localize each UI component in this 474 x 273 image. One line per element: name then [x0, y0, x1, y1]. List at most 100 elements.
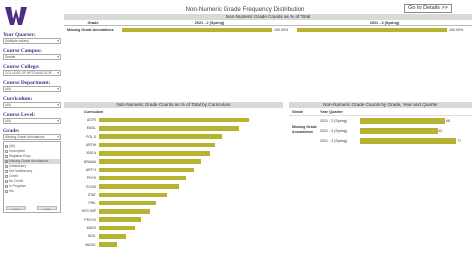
curriculum-label: HSTCMP	[81, 209, 96, 214]
cancel-button[interactable]: Cancel	[6, 206, 26, 211]
curriculum-row: PHIL	[64, 199, 283, 207]
curriculum-row: PHYS	[64, 174, 283, 182]
column-header-quarter: Year Quarter	[320, 110, 343, 114]
row-label: Missing Grade Annotations	[67, 27, 114, 32]
grade-quarter-bar-list: 2021 - 2 (Spring) 68 2021 - 3 (Spring) 62 20…	[289, 116, 472, 146]
grade-quarter-panel: Non-Numeric Grade Counts by Grade, Year …	[289, 102, 472, 162]
grade-quarter-row: 2021 - 2 (Spring) 68	[289, 116, 472, 126]
course-level-select[interactable]: (All) ▾	[3, 118, 61, 124]
curriculum-bar	[99, 134, 222, 139]
count-bar	[360, 118, 445, 124]
campus-select[interactable]: Seattle ▾	[3, 54, 61, 60]
count-bar	[360, 128, 438, 134]
grade-quarter-columns: Grade Year Quarter	[289, 108, 472, 116]
grade-options-list: (All) Incomplete Registrar Drop Missing …	[3, 141, 61, 213]
curriculum-row: ART H	[64, 166, 283, 174]
count-value-label: 62	[438, 129, 443, 133]
curriculum-bar	[99, 234, 126, 239]
curriculum-row: MATH	[64, 224, 283, 232]
column-header-period: 2021 - 2 (Spring)	[194, 21, 225, 25]
curriculum-label: ART H	[85, 167, 96, 172]
curriculum-label: MATH	[86, 226, 96, 230]
curriculum-bar	[99, 200, 156, 206]
checkbox[interactable]	[5, 149, 8, 153]
curriculum-label: ARTHI	[85, 143, 96, 148]
curriculum-row: POL S	[64, 133, 283, 141]
checkbox[interactable]	[5, 184, 8, 188]
curriculum-bar	[99, 225, 135, 231]
curriculum-column-header: Curriculum	[84, 110, 104, 114]
page-title: Non-Numeric Grade Frequency Distribution	[185, 6, 305, 13]
column-header-period: 2021 - 3 (Spring)	[369, 21, 400, 25]
curriculum-bar-list: ASTR ENGL POL S ARTHI JSIS A DRAMA ART H PHYS EC…	[64, 116, 283, 249]
count-value-label: 68	[446, 119, 450, 123]
curriculum-row: ARTHI	[64, 141, 283, 149]
department-select[interactable]: (All) ▾	[3, 86, 61, 92]
curriculum-label: MUSIC	[85, 242, 96, 247]
college-select[interactable]: COLLEGE OF ARTS AND SCIE... ▾	[3, 70, 61, 76]
quarter-label: 2021 - 2 (Spring)	[320, 119, 347, 123]
uw-logo	[5, 7, 27, 25]
apply-button[interactable]: Apply	[37, 206, 57, 211]
curriculum-row: STAT	[64, 191, 283, 199]
curriculum-label: POL S	[86, 134, 96, 139]
filter-sidebar: Year Quarter: (Multiple values) ▾ Course …	[3, 28, 63, 213]
bar-value-label: 100.00%	[449, 27, 464, 32]
chevron-down-icon: ▾	[57, 135, 59, 139]
top-summary-panel: Non-Numeric Grade Counts as % of Total G…	[64, 14, 472, 36]
grade-actions: Cancel Apply	[6, 206, 57, 211]
curriculum-bar	[99, 142, 215, 148]
checkbox[interactable]	[5, 179, 8, 183]
chevron-down-icon: ▾	[57, 55, 59, 59]
checkbox[interactable]	[5, 144, 8, 148]
curriculum-row: JSIS A	[64, 149, 283, 157]
chevron-down-icon: ▾	[57, 39, 59, 43]
chevron-down-icon: ▾	[57, 87, 59, 91]
grade-option[interactable]: Hw	[4, 189, 60, 194]
quarter-label: 2021 - 3 (Spring)	[320, 139, 347, 143]
curriculum-label: ECON	[86, 184, 96, 189]
percent-bar	[122, 27, 272, 32]
curriculum-bar	[99, 167, 194, 173]
checkbox[interactable]	[5, 169, 8, 173]
year-quarter-select[interactable]: (Multiple values) ▾	[3, 38, 61, 44]
go-to-details-button[interactable]: Go to Details >>	[404, 4, 452, 13]
curriculum-bar	[99, 192, 167, 198]
curriculum-label: PSYCH	[84, 217, 96, 222]
checkbox[interactable]	[5, 154, 8, 158]
curriculum-bar	[99, 117, 249, 123]
curriculum-select[interactable]: (All) ▾	[3, 102, 61, 108]
curriculum-row: DRAMA	[64, 157, 283, 165]
grade-select[interactable]: Missing Grade Annotations ▾	[3, 134, 61, 140]
percent-bar	[297, 27, 447, 32]
chevron-down-icon: ▾	[57, 71, 59, 75]
curriculum-row: PSYCH	[64, 216, 283, 224]
curriculum-bar	[99, 242, 117, 247]
curriculum-label: DRAMA	[83, 159, 96, 164]
curriculum-label: JSIS A	[85, 151, 96, 156]
curriculum-bar	[99, 126, 239, 131]
curriculum-label: STAT	[87, 192, 96, 197]
checkbox[interactable]	[5, 174, 8, 178]
curriculum-row: ECON	[64, 182, 283, 190]
curriculum-label: ASTR	[86, 118, 96, 123]
grade-quarter-row: 2021 - 3 (Spring) 77	[289, 136, 472, 146]
curriculum-bar	[99, 159, 201, 164]
curriculum-label: ENGL	[86, 126, 96, 131]
grade-quarter-row: 2021 - 3 (Spring) 62	[289, 126, 472, 136]
quarter-label: 2021 - 3 (Spring)	[320, 129, 347, 133]
checkbox[interactable]	[5, 189, 8, 193]
curriculum-row: ENGL	[64, 124, 283, 132]
checkbox[interactable]	[5, 164, 8, 168]
chevron-down-icon: ▾	[57, 119, 59, 123]
curriculum-chart-panel: Non-Numeric Grade Counts as % of Total b…	[64, 102, 283, 267]
curriculum-bar	[99, 151, 210, 156]
checkbox[interactable]	[5, 159, 8, 163]
curriculum-bar	[99, 217, 141, 222]
curriculum-row: MUSIC	[64, 240, 283, 248]
column-header-grade: Grade	[87, 21, 99, 25]
curriculum-label: PHYS	[86, 176, 96, 181]
table-row: Missing Grade Annotations 100.00% 100.00…	[64, 26, 472, 33]
chevron-down-icon: ▾	[57, 103, 59, 107]
curriculum-label: PHIL	[88, 201, 96, 206]
